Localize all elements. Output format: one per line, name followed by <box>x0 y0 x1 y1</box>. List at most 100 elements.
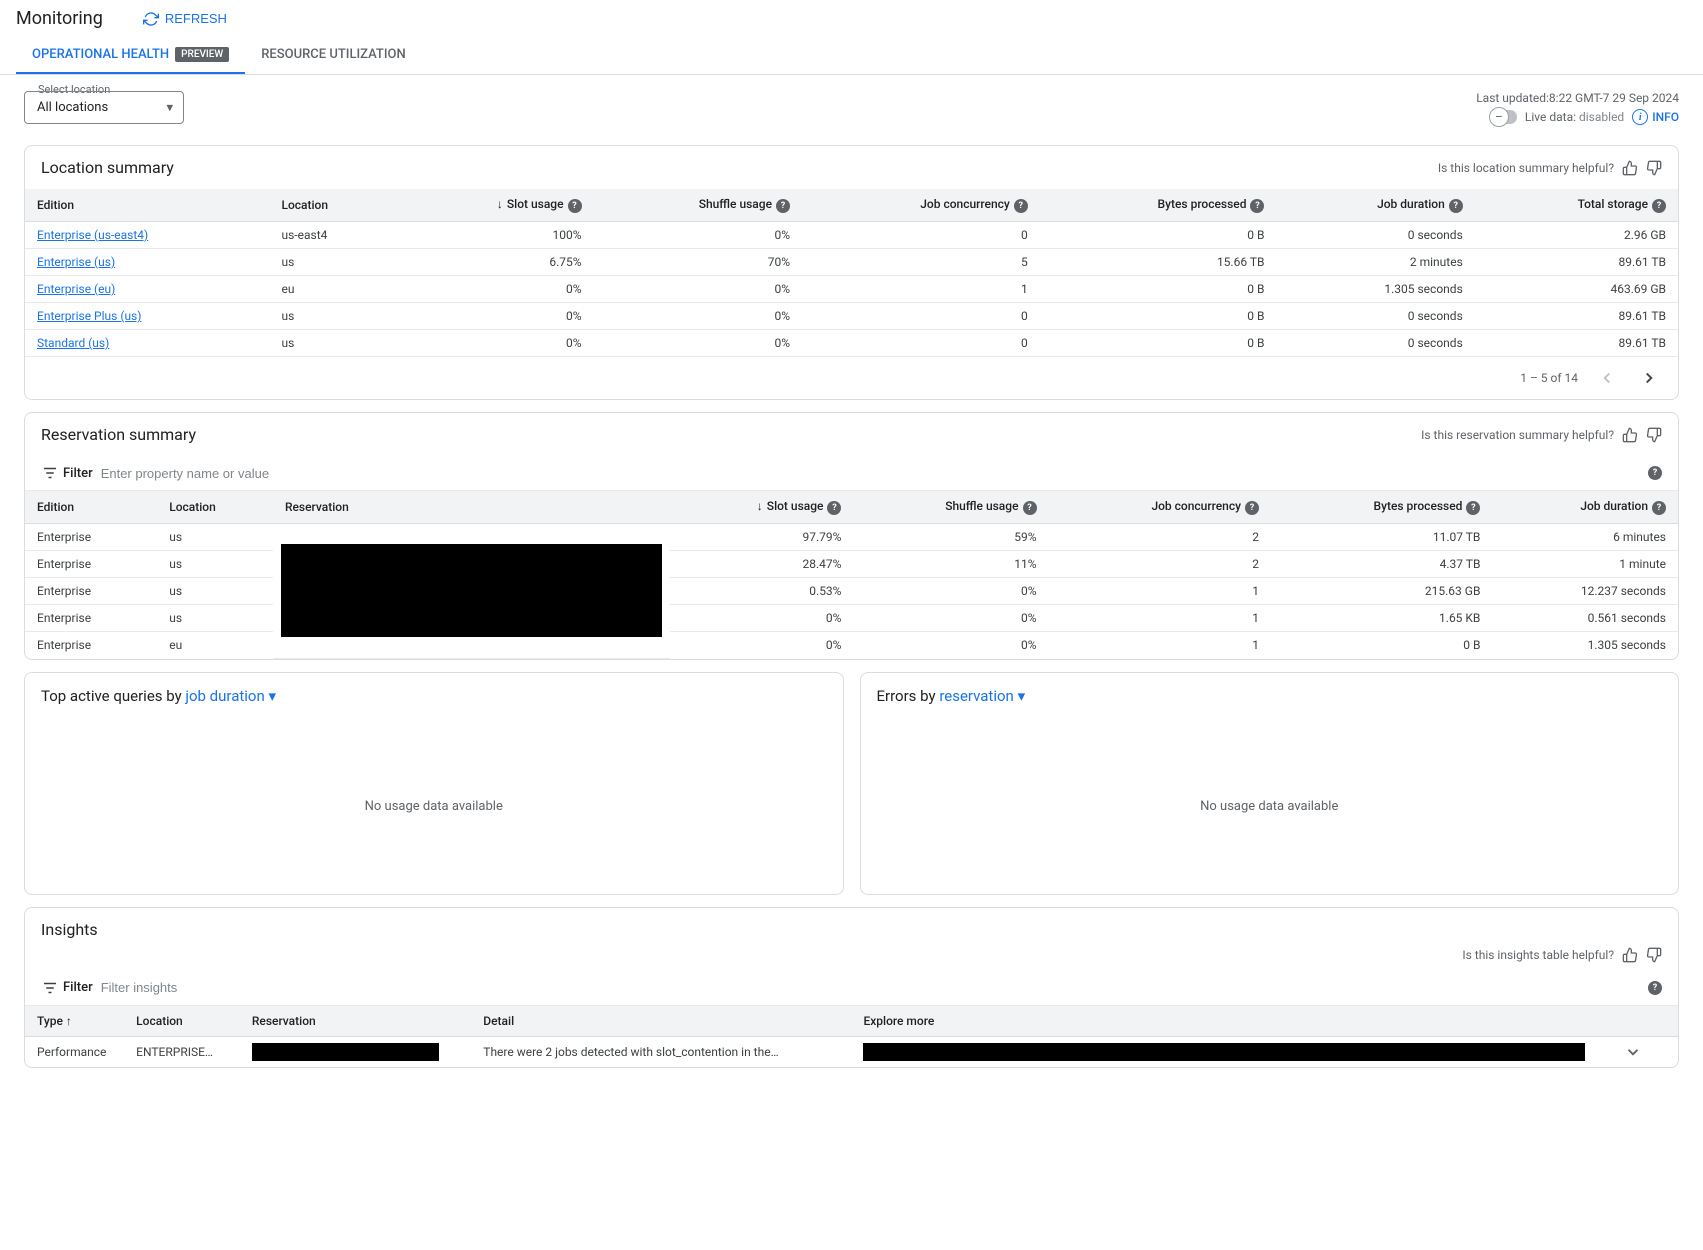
cell-slot: 0.53% <box>670 578 854 605</box>
col-bytes-processed[interactable]: Bytes processed? <box>1040 189 1277 222</box>
col-total-storage[interactable]: Total storage? <box>1475 189 1678 222</box>
info-icon: i <box>1632 109 1648 125</box>
cell-slot: 6.75% <box>397 249 593 276</box>
helpful-text: Is this location summary helpful? <box>1438 161 1614 175</box>
expand-row-icon[interactable] <box>1624 1043 1666 1061</box>
cell-slot: 97.79% <box>670 524 854 551</box>
cell-bytes: 15.66 TB <box>1040 249 1277 276</box>
reservation-summary-table: Edition Location Reservation ↓Slot usage… <box>25 491 1678 659</box>
edition-link[interactable]: Enterprise Plus (us) <box>37 309 141 323</box>
table-row: Enterprise (us-east4) us-east4 100% 0% 0… <box>25 222 1678 249</box>
prev-page-button[interactable] <box>1594 365 1620 391</box>
help-icon[interactable]: ? <box>1648 466 1662 480</box>
thumbs-up-icon[interactable] <box>1622 160 1638 176</box>
location-summary-table: Edition Location ↓Slot usage? Shuffle us… <box>25 189 1678 356</box>
edition-link[interactable]: Enterprise (us-east4) <box>37 228 148 242</box>
thumbs-down-icon[interactable] <box>1646 427 1662 443</box>
last-updated-label: Last updated: <box>1476 91 1549 105</box>
cell-bytes: 0 B <box>1271 632 1492 659</box>
col-edition[interactable]: Edition <box>25 491 157 524</box>
errors-dropdown[interactable]: reservation ▾ <box>939 687 1025 705</box>
help-icon[interactable]: ? <box>776 199 790 213</box>
col-explore[interactable]: Explore more <box>851 1006 1611 1037</box>
col-location[interactable]: Location <box>269 189 397 222</box>
col-slot-usage[interactable]: ↓Slot usage? <box>397 189 593 222</box>
info-link[interactable]: i INFO <box>1632 109 1679 125</box>
info-label: INFO <box>1652 110 1679 124</box>
cell-jobs: 0 <box>802 330 1040 357</box>
sort-down-icon: ↓ <box>497 197 503 211</box>
edition-link[interactable]: Standard (us) <box>37 336 109 350</box>
help-icon[interactable]: ? <box>1023 501 1037 515</box>
cell-location: us <box>157 524 273 551</box>
edition-link[interactable]: Enterprise (us) <box>37 255 115 269</box>
cell-shuffle: 0% <box>594 222 802 249</box>
col-job-concurrency[interactable]: Job concurrency? <box>1049 491 1271 524</box>
refresh-label: REFRESH <box>165 11 227 26</box>
preview-badge: PREVIEW <box>175 47 229 62</box>
location-select[interactable]: Select location All locations <box>24 91 184 124</box>
col-detail[interactable]: Detail <box>471 1006 851 1037</box>
help-icon[interactable]: ? <box>1449 199 1463 213</box>
help-icon[interactable]: ? <box>1250 199 1264 213</box>
thumbs-down-icon[interactable] <box>1646 947 1662 963</box>
cell-duration: 1 minute <box>1492 551 1678 578</box>
cell-duration: 6 minutes <box>1492 524 1678 551</box>
help-icon[interactable]: ? <box>1014 199 1028 213</box>
col-type[interactable]: Type ↑ <box>25 1006 124 1037</box>
cell-bytes: 4.37 TB <box>1271 551 1492 578</box>
top-queries-dropdown[interactable]: job duration ▾ <box>185 687 276 705</box>
help-icon[interactable]: ? <box>827 501 841 515</box>
sort-down-icon: ↓ <box>757 499 763 513</box>
filter-input[interactable] <box>101 466 1636 481</box>
help-icon[interactable]: ? <box>1245 501 1259 515</box>
cell-location: us-east4 <box>269 222 397 249</box>
refresh-button[interactable]: REFRESH <box>143 11 227 27</box>
help-icon[interactable]: ? <box>1652 199 1666 213</box>
filter-label: Filter <box>41 464 93 482</box>
thumbs-down-icon[interactable] <box>1646 160 1662 176</box>
cell-bytes: 11.07 TB <box>1271 524 1492 551</box>
col-job-concurrency[interactable]: Job concurrency? <box>802 189 1040 222</box>
cell-shuffle: 11% <box>853 551 1048 578</box>
live-data-label: Live data: <box>1525 110 1576 124</box>
col-reservation[interactable]: Reservation <box>273 491 670 524</box>
cell-jobs: 0 <box>802 303 1040 330</box>
cell-slot: 0% <box>670 632 854 659</box>
tab-operational-health[interactable]: OPERATIONAL HEALTH PREVIEW <box>16 37 245 74</box>
thumbs-up-icon[interactable] <box>1622 947 1638 963</box>
col-slot-usage[interactable]: ↓Slot usage? <box>670 491 854 524</box>
col-bytes-processed[interactable]: Bytes processed? <box>1271 491 1492 524</box>
table-row: Enterprise (us) us 6.75% 70% 5 15.66 TB … <box>25 249 1678 276</box>
table-row: Enterprise (eu) eu 0% 0% 1 0 B 1.305 sec… <box>25 276 1678 303</box>
col-shuffle-usage[interactable]: Shuffle usage? <box>594 189 802 222</box>
col-shuffle-usage[interactable]: Shuffle usage? <box>853 491 1048 524</box>
table-row: Enterprise Plus (us) us 0% 0% 0 0 B 0 se… <box>25 303 1678 330</box>
help-icon[interactable]: ? <box>1466 501 1480 515</box>
cell-duration: 1.305 seconds <box>1492 632 1678 659</box>
help-icon[interactable]: ? <box>1648 981 1662 995</box>
filter-label: Filter <box>41 979 93 997</box>
help-icon[interactable]: ? <box>1652 501 1666 515</box>
filter-input[interactable] <box>101 980 1636 995</box>
col-location[interactable]: Location <box>157 491 273 524</box>
filter-icon <box>41 464 59 482</box>
col-job-duration[interactable]: Job duration? <box>1492 491 1678 524</box>
redacted-block <box>281 544 662 637</box>
col-edition[interactable]: Edition <box>25 189 269 222</box>
next-page-button[interactable] <box>1636 365 1662 391</box>
cell-storage: 2.96 GB <box>1475 222 1678 249</box>
select-value[interactable]: All locations <box>24 91 184 124</box>
cell-jobs: 2 <box>1049 551 1271 578</box>
help-icon[interactable]: ? <box>568 199 582 213</box>
col-job-duration[interactable]: Job duration? <box>1276 189 1474 222</box>
tab-resource-utilization[interactable]: RESOURCE UTILIZATION <box>245 37 421 74</box>
edition-link[interactable]: Enterprise (eu) <box>37 282 115 296</box>
col-reservation[interactable]: Reservation <box>240 1006 471 1037</box>
cell-jobs: 2 <box>1049 524 1271 551</box>
thumbs-up-icon[interactable] <box>1622 427 1638 443</box>
errors-prefix: Errors by <box>877 687 940 705</box>
tab-label: OPERATIONAL HEALTH <box>32 47 169 62</box>
col-location[interactable]: Location <box>124 1006 240 1037</box>
cell-jobs: 5 <box>802 249 1040 276</box>
